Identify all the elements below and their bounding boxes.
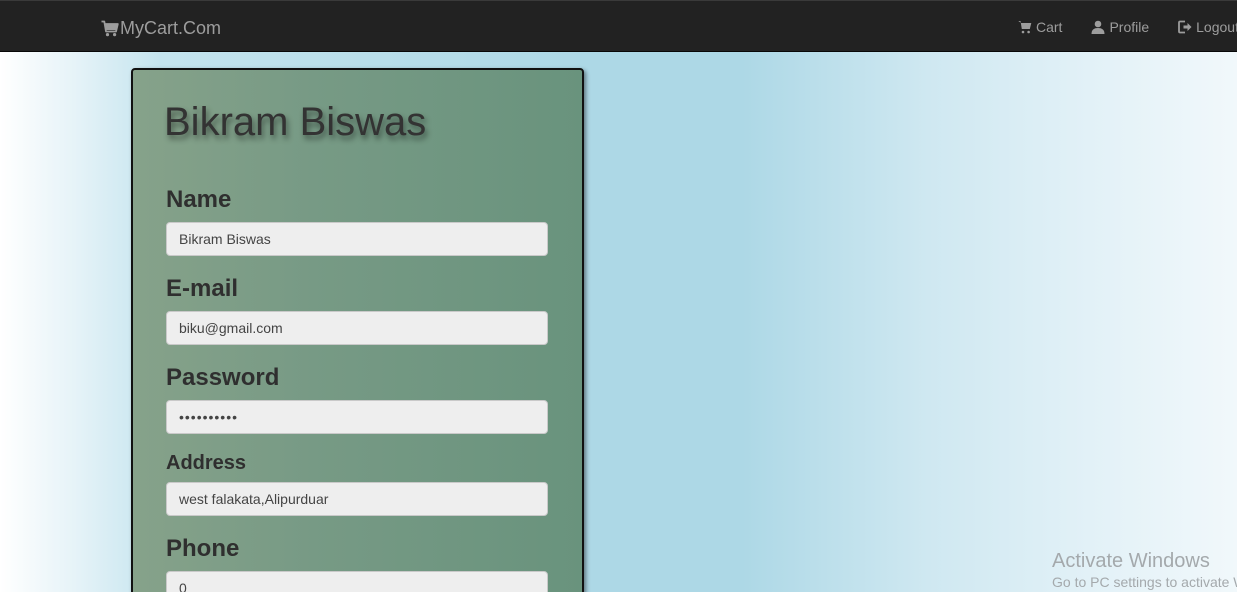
watermark-subtitle: Go to PC settings to activate Windows.	[1052, 574, 1237, 590]
top-navbar: MyCart.Com Cart Profile Logout	[0, 0, 1237, 52]
nav-logout-label: Logout	[1196, 19, 1237, 35]
cart-icon	[1018, 21, 1032, 34]
nav-logout-link[interactable]: Logout	[1178, 19, 1237, 35]
nav-cart-link[interactable]: Cart	[1018, 19, 1062, 35]
nav-cart-label: Cart	[1036, 19, 1063, 35]
email-field[interactable]	[166, 311, 548, 345]
password-label: Password	[166, 364, 280, 391]
address-label: Address	[166, 452, 247, 474]
address-field[interactable]	[166, 482, 548, 516]
phone-label: Phone	[166, 535, 240, 562]
brand-name: MyCart.Com	[120, 17, 222, 38]
name-label: Name	[166, 186, 232, 213]
profile-card: Bikram Biswas Name E-mail Password Addre…	[131, 68, 584, 592]
nav-profile-link[interactable]: Profile	[1091, 19, 1149, 35]
cart-icon	[101, 20, 119, 36]
nav-profile-label: Profile	[1109, 19, 1150, 35]
phone-field[interactable]	[166, 571, 548, 592]
logout-icon	[1178, 20, 1192, 34]
watermark-title: Activate Windows	[1052, 550, 1210, 572]
profile-title: Bikram Biswas	[164, 100, 427, 144]
nav-links: Cart Profile Logout	[1018, 18, 1237, 36]
password-field[interactable]	[166, 400, 548, 434]
user-icon	[1091, 20, 1105, 34]
name-field[interactable]	[166, 222, 548, 256]
email-label: E-mail	[166, 275, 239, 302]
brand-link[interactable]: MyCart.Com	[101, 16, 221, 40]
activate-windows-watermark: Activate Windows Go to PC settings to ac…	[1052, 549, 1237, 591]
